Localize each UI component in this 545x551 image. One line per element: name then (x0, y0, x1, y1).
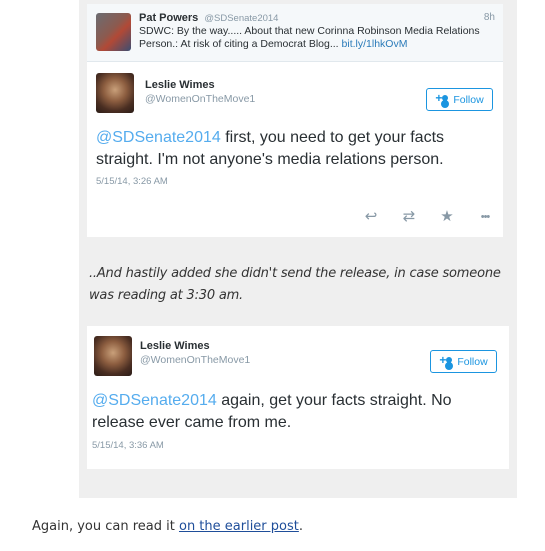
pat-powers-avatar[interactable] (96, 13, 131, 51)
footer-paragraph: Again, you can read it on the earlier po… (32, 517, 303, 537)
tweet-text-line-1-rest: first, you need to get your facts (220, 129, 445, 146)
follow-button[interactable]: Follow (430, 350, 497, 373)
tweet-text-line-2: straight. I'm not anyone's media relatio… (96, 151, 444, 168)
reply-header: Pat Powers @SDSenate2014 8h (139, 11, 495, 26)
reply-time[interactable]: 8h (484, 11, 495, 25)
tweet-text-line-1: @SDSenate2014 again, get your facts stra… (92, 390, 504, 412)
tweet-text: @SDSenate2014 again, get your facts stra… (92, 390, 504, 434)
reply-text: SDWC: By the way..... About that new Cor… (139, 25, 495, 51)
more-icon[interactable]: ••• (472, 207, 498, 227)
narration-text: ..And hastily added she didn't send the … (89, 263, 509, 307)
reply-author-name[interactable]: Pat Powers (139, 12, 198, 24)
embedded-tweet-2: Leslie Wimes @WomenOnTheMove1 Follow @SD… (87, 326, 509, 469)
tweet-author-handle[interactable]: @WomenOnTheMove1 (140, 354, 250, 366)
reply-icon[interactable]: ↩ (360, 207, 382, 227)
reply-short-link[interactable]: bit.ly/1lhkOvM (342, 38, 408, 50)
tweet-text-line-1: @SDSenate2014 first, you need to get you… (96, 127, 496, 149)
footer-suffix: . (298, 519, 304, 534)
tweet-author-name[interactable]: Leslie Wimes (145, 79, 215, 91)
retweet-icon[interactable]: ⇄ (398, 207, 420, 227)
blog-post-page: Pat Powers @SDSenate2014 8h SDWC: By the… (0, 0, 545, 551)
mention-link[interactable]: @SDSenate2014 (92, 392, 217, 409)
tweet-actions: ↩ ⇄ ★ ••• (360, 207, 500, 227)
follow-user-icon (439, 353, 453, 367)
tweet-text-line-1-rest: again, get your facts straight. No (216, 392, 452, 409)
narration-line-2: was reading at 3:30 am. (89, 288, 243, 303)
reply-text-line-1: SDWC: By the way..... About that new Cor… (139, 25, 480, 37)
embedded-tweet-1: Pat Powers @SDSenate2014 8h SDWC: By the… (87, 4, 503, 237)
leslie-wimes-avatar[interactable] (96, 73, 134, 113)
narration-line-1: ..And hastily added she didn't send the … (89, 266, 501, 281)
follow-label: Follow (457, 355, 488, 368)
tweet-author-name[interactable]: Leslie Wimes (140, 340, 210, 352)
follow-label: Follow (453, 93, 484, 106)
follow-button[interactable]: Follow (426, 88, 493, 111)
tweet-text-line-2: release ever came from me. (92, 414, 292, 431)
tweet-author-handle[interactable]: @WomenOnTheMove1 (145, 93, 255, 105)
mention-link[interactable]: @SDSenate2014 (96, 129, 221, 146)
tweet-text: @SDSenate2014 first, you need to get you… (96, 127, 496, 171)
reply-text-line-2: Person.: At risk of citing a Democrat Bl… (139, 38, 495, 51)
tweet-timestamp[interactable]: 5/15/14, 3:26 AM (96, 176, 168, 187)
earlier-post-link[interactable]: on the earlier post (179, 519, 299, 534)
footer-prefix: Again, you can read it (32, 519, 179, 534)
follow-user-icon (435, 91, 449, 105)
favorite-icon[interactable]: ★ (436, 207, 458, 227)
tweet-timestamp[interactable]: 5/15/14, 3:36 AM (92, 440, 164, 451)
reply-text-prefix: Person.: At risk of citing a Democrat Bl… (139, 38, 339, 50)
leslie-wimes-avatar[interactable] (94, 336, 132, 376)
reply-author-handle[interactable]: @SDSenate2014 (204, 13, 278, 24)
in-reply-to-tweet[interactable]: Pat Powers @SDSenate2014 8h SDWC: By the… (87, 4, 503, 62)
